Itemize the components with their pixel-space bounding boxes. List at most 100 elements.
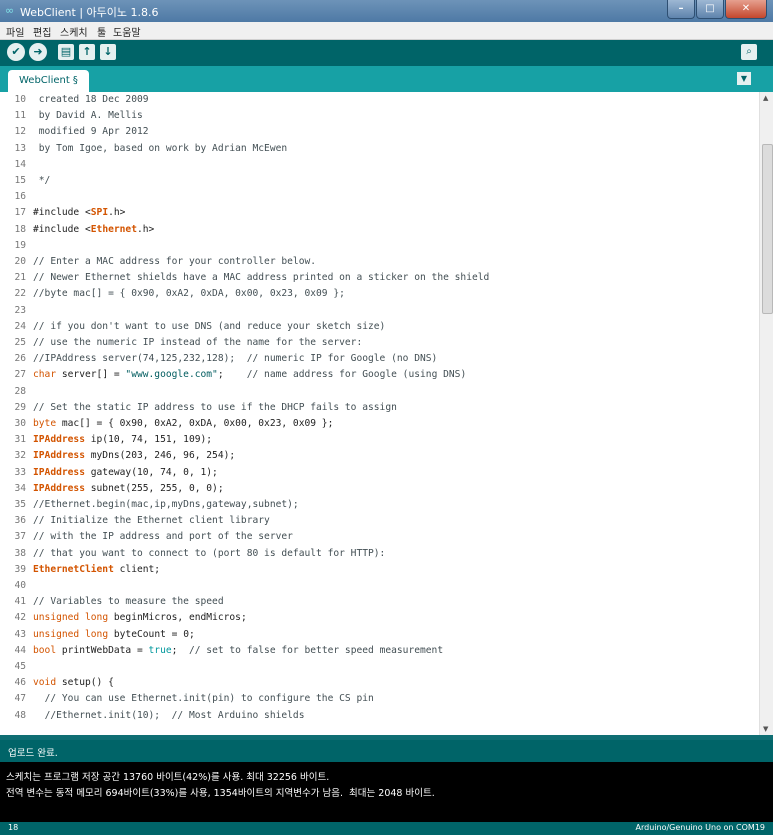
code-line[interactable]: 12 modified 9 Apr 2012 xyxy=(0,126,760,142)
close-button[interactable]: ✕ xyxy=(725,0,767,19)
line-number: 34 xyxy=(14,482,26,494)
code-line[interactable]: 28 xyxy=(0,386,760,402)
code-line[interactable]: 19 xyxy=(0,240,760,256)
scrollbar-thumb[interactable] xyxy=(762,144,773,314)
code-line[interactable]: 30 byte mac[] = { 0x90, 0xA2, 0xDA, 0x00,… xyxy=(0,418,760,434)
scroll-up-icon[interactable]: ▲ xyxy=(763,94,768,102)
save-button[interactable]: ↓ xyxy=(100,44,116,60)
code-line[interactable]: 46 void setup() { xyxy=(0,677,760,693)
code-text: // Set the static IP address to use if t… xyxy=(33,401,397,413)
window-title: WebClient | 아두이노 1.8.6 xyxy=(20,6,159,19)
code-line[interactable]: 44 bool printWebData = true; // set to fa… xyxy=(0,645,760,661)
code-line[interactable]: 24 // if you don't want to use DNS (and r… xyxy=(0,321,760,337)
code-editor[interactable]: 10 created 18 Dec 2009 11 by David A. Mel… xyxy=(0,92,773,735)
line-number: 23 xyxy=(14,304,26,316)
menu-bar: 파일 편집 스케치 툴 도움말 xyxy=(0,22,773,40)
line-number: 27 xyxy=(14,369,26,381)
code-line[interactable]: 21 // Newer Ethernet shields have a MAC a… xyxy=(0,272,760,288)
status-message: 업로드 완료. xyxy=(8,748,58,759)
code-line[interactable]: 36 // Initialize the Ethernet client libr… xyxy=(0,515,760,531)
code-line[interactable]: 16 xyxy=(0,191,760,207)
code-text: #include <Ethernet.h> xyxy=(33,223,155,235)
code-line[interactable]: 32 IPAddress myDns(203, 246, 96, 254); xyxy=(0,450,760,466)
new-file-icon: ▤ xyxy=(60,45,72,58)
code-line[interactable]: 39 EthernetClient client; xyxy=(0,564,760,580)
tab-strip: WebClient § ▼ xyxy=(0,66,773,92)
code-line[interactable]: 45 xyxy=(0,661,760,677)
serial-monitor-button[interactable]: ⌕ xyxy=(741,44,757,60)
line-number: 47 xyxy=(14,693,26,705)
code-line[interactable]: 17 #include <SPI.h> xyxy=(0,207,760,223)
minimize-button[interactable]: – xyxy=(667,0,695,19)
output-console: 스케치는 프로그램 저장 공간 13760 바이트(42%)를 사용. 최대 3… xyxy=(0,762,773,822)
code-text: // use the numeric IP instead of the nam… xyxy=(33,337,363,348)
verify-button[interactable]: ✔ xyxy=(7,43,25,61)
line-number: 24 xyxy=(14,320,26,332)
code-line[interactable]: 43 unsigned long byteCount = 0; xyxy=(0,629,760,645)
code-line[interactable]: 14 xyxy=(0,159,760,175)
line-number: 41 xyxy=(14,596,26,608)
line-number: 21 xyxy=(14,272,26,284)
code-text: //Ethernet.init(10); // Most Arduino shi… xyxy=(44,709,305,721)
editor-scrollbar[interactable]: ▲ ▼ xyxy=(759,92,773,735)
code-line[interactable]: 25 // use the numeric IP instead of the n… xyxy=(0,337,760,353)
code-line[interactable]: 38 // that you want to connect to (port 8… xyxy=(0,548,760,564)
code-line[interactable]: 33 IPAddress gateway(10, 74, 0, 1); xyxy=(0,467,760,483)
open-button[interactable]: ↑ xyxy=(79,44,95,60)
tab-menu-button[interactable]: ▼ xyxy=(737,72,751,85)
menu-edit[interactable]: 편집 xyxy=(33,24,51,39)
code-text: //byte mac[] = { 0x90, 0xA2, 0xDA, 0x00,… xyxy=(33,288,345,300)
line-number: 29 xyxy=(14,401,26,413)
line-number: 19 xyxy=(14,239,26,251)
code-line[interactable]: 48 //Ethernet.init(10); // Most Arduino … xyxy=(0,710,760,726)
code-text: EthernetClient client; xyxy=(33,563,161,575)
code-line[interactable]: 41 // Variables to measure the speed xyxy=(0,596,760,612)
code-line[interactable]: 20 // Enter a MAC address for your contro… xyxy=(0,256,760,272)
code-line[interactable]: 40 xyxy=(0,580,760,596)
line-number: 22 xyxy=(14,288,26,300)
code-text: IPAddress myDns(203, 246, 96, 254); xyxy=(33,450,236,462)
code-line[interactable]: 37 // with the IP address and port of the… xyxy=(0,531,760,547)
code-line[interactable]: 42 unsigned long beginMicros, endMicros; xyxy=(0,612,760,628)
line-number: 43 xyxy=(14,628,26,640)
arrow-right-icon: ➜ xyxy=(33,45,43,58)
code-line[interactable]: 34 IPAddress subnet(255, 255, 0, 0); xyxy=(0,483,760,499)
code-line[interactable]: 29 // Set the static IP address to use if… xyxy=(0,402,760,418)
code-text: //IPAddress server(74,125,232,128); // n… xyxy=(33,353,438,365)
menu-file[interactable]: 파일 xyxy=(6,24,24,39)
magnifier-icon: ⌕ xyxy=(746,46,752,57)
code-text: // that you want to connect to (port 80 … xyxy=(33,547,386,559)
code-text: unsigned long byteCount = 0; xyxy=(33,628,195,640)
menu-help[interactable]: 도움말 xyxy=(113,24,141,39)
code-line[interactable]: 18 #include <Ethernet.h> xyxy=(0,224,760,240)
code-line[interactable]: 23 xyxy=(0,305,760,321)
code-line[interactable]: 27 char server[] = "www.google.com"; // n… xyxy=(0,369,760,385)
scroll-down-icon[interactable]: ▼ xyxy=(763,725,768,733)
maximize-button[interactable]: □ xyxy=(696,0,724,19)
tab-webclient[interactable]: WebClient § xyxy=(8,70,89,92)
code-line[interactable]: 22 //byte mac[] = { 0x90, 0xA2, 0xDA, 0x0… xyxy=(0,288,760,304)
code-line[interactable]: 31 IPAddress ip(10, 74, 151, 109); xyxy=(0,434,760,450)
code-line[interactable]: 26 //IPAddress server(74,125,232,128); //… xyxy=(0,353,760,369)
line-number: 15 xyxy=(14,175,26,186)
line-number: 30 xyxy=(14,418,26,429)
code-line[interactable]: 11 by David A. Mellis xyxy=(0,110,760,126)
code-text: // with the IP address and port of the s… xyxy=(33,531,293,543)
code-line[interactable]: 35 //Ethernet.begin(mac,ip,myDns,gateway,… xyxy=(0,499,760,515)
upload-button[interactable]: ➜ xyxy=(29,43,47,61)
new-button[interactable]: ▤ xyxy=(58,44,74,60)
line-number: 33 xyxy=(14,466,26,478)
menu-tools[interactable]: 툴 xyxy=(97,24,106,39)
line-number: 17 xyxy=(14,207,26,219)
code-line[interactable]: 47 // You can use Ethernet.init(pin) to … xyxy=(0,693,760,709)
console-line: 스케치는 프로그램 저장 공간 13760 바이트(42%)를 사용. 최대 3… xyxy=(6,772,330,783)
line-number: 11 xyxy=(14,110,26,122)
code-line[interactable]: 13 by Tom Igoe, based on work by Adrian … xyxy=(0,143,760,159)
code-line[interactable]: 15 */ xyxy=(0,175,760,191)
line-number: 46 xyxy=(14,677,26,689)
line-number: 25 xyxy=(14,337,26,348)
menu-sketch[interactable]: 스케치 xyxy=(60,24,88,39)
code-text: IPAddress gateway(10, 74, 0, 1); xyxy=(33,466,218,478)
code-line[interactable]: 10 created 18 Dec 2009 xyxy=(0,94,760,110)
board-port-label: Arduino/Genuino Uno on COM19 xyxy=(635,823,765,832)
